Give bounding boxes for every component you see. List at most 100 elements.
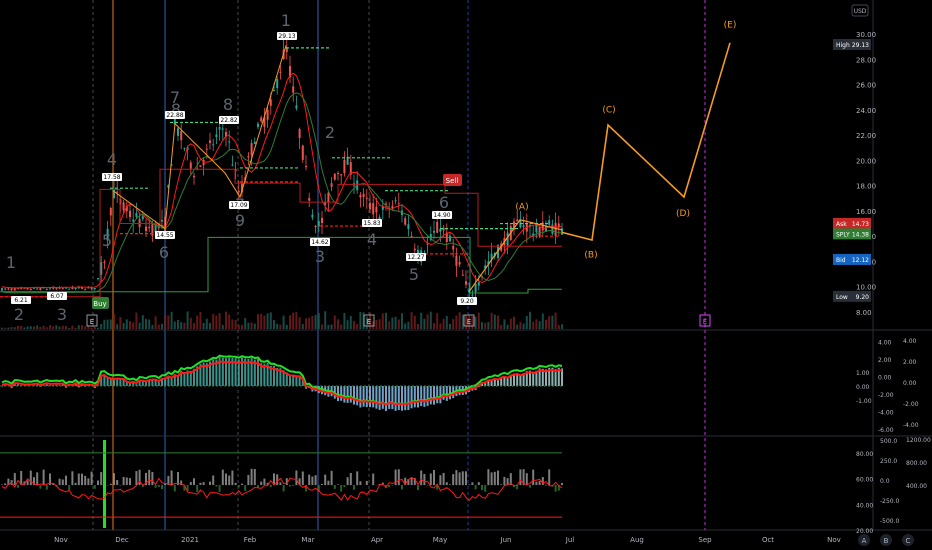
oscillator-bar: [330, 470, 333, 486]
oscillator-bar: [13, 473, 16, 486]
oscillator-bar: [84, 475, 87, 486]
macd-bar: [413, 386, 416, 408]
candle-body: [321, 217, 323, 223]
volume-bar: [458, 312, 461, 329]
volume-bar: [1, 327, 3, 329]
price-axis-tick: 22.00: [856, 132, 876, 140]
oscillator-bar: [218, 485, 221, 492]
oscillator-bar: [26, 480, 29, 486]
oscillator-bar: [148, 469, 151, 486]
oscillator-bar: [356, 471, 359, 486]
candle-body: [436, 221, 439, 233]
wave-count-label: 5: [409, 265, 419, 284]
volume-bar: [231, 319, 234, 329]
macd-axis-tick: -1.00: [856, 398, 872, 405]
volume-bar: [225, 311, 227, 329]
volume-bar: [26, 326, 29, 329]
macd-axis-tick: 0.00: [878, 375, 892, 382]
volume-bar: [497, 315, 499, 329]
trading-chart[interactable]: (A)(B)(C)(D)(E)123456789123456786.216.07…: [0, 0, 932, 550]
corner-button-b[interactable]: B: [880, 534, 892, 546]
corner-button-c[interactable]: C: [902, 534, 914, 546]
macd-axis-tick: 1.00: [856, 370, 870, 377]
volume-bar: [340, 324, 343, 329]
macd-axis-tick: -2.00: [903, 401, 919, 408]
volume-bar: [311, 316, 314, 329]
candle-body: [340, 174, 343, 176]
corner-button-a[interactable]: A: [858, 534, 870, 546]
volume-bar: [157, 324, 160, 329]
volume-bar: [183, 322, 186, 329]
price-tag-text: 14.90: [433, 212, 450, 219]
candle-body: [257, 123, 259, 127]
oscillator-bar: [202, 482, 205, 486]
volume-bar: [84, 326, 87, 329]
candle-body: [253, 141, 256, 144]
candle-body: [209, 140, 211, 143]
volume-bar: [186, 311, 189, 329]
macd-bar: [378, 386, 381, 410]
candle-body: [295, 105, 298, 109]
sell-signal[interactable]: Sell: [443, 174, 462, 186]
volume-bar: [209, 322, 211, 329]
volume-bar: [135, 312, 138, 329]
volume-bar: [330, 324, 333, 329]
volume-bar: [551, 315, 554, 329]
oscillator-bar: [237, 485, 240, 488]
price-tag: 29.13: [277, 32, 297, 40]
oscillator-bar: [119, 485, 122, 486]
oscillator-bar: [189, 481, 192, 486]
volume-bar: [13, 327, 16, 329]
oscillator-bar: [253, 468, 256, 486]
volume-bar: [535, 319, 538, 329]
oscillator-bar: [420, 470, 423, 486]
volume-bar: [388, 321, 391, 329]
volume-bar: [308, 317, 311, 329]
currency-button[interactable]: USD: [851, 4, 869, 17]
price-tag-text: 22.88: [166, 112, 183, 119]
volume-bar: [349, 316, 352, 329]
candle-body: [221, 128, 224, 130]
oscillator-bar: [529, 485, 531, 488]
volume-bar: [90, 327, 93, 329]
currency-label: USD: [854, 8, 867, 15]
price-axis-tick: 18.00: [856, 183, 876, 191]
volume-bar: [477, 312, 480, 329]
buy-signal[interactable]: Buy: [92, 297, 109, 309]
volume-bar: [237, 324, 240, 329]
volume-bar: [263, 315, 266, 329]
earnings-marker[interactable]: E: [86, 314, 98, 327]
time-axis-label: Aug: [630, 536, 644, 544]
oscillator-bar: [109, 483, 112, 486]
volume-bar: [557, 324, 560, 329]
oscillator-bar: [228, 475, 231, 486]
candle-body: [138, 218, 141, 228]
price-tag: 14.62: [310, 238, 330, 246]
price-tag: 12.27: [406, 253, 426, 261]
wave-count-label: 2: [14, 305, 24, 324]
macd-axis-tick: -2.00: [878, 392, 894, 399]
oscillator-bar: [439, 475, 442, 486]
candle-body: [362, 193, 365, 197]
candle-body: [49, 288, 51, 290]
time-axis-label: Oct: [762, 536, 774, 544]
time-axis-label: Nov: [54, 536, 68, 544]
oscillator-bar: [164, 483, 167, 486]
price-badge-value: 14.73: [852, 221, 869, 228]
oscillator-bar: [525, 473, 528, 486]
macd-bar: [410, 386, 413, 409]
oscillator-bar: [71, 471, 74, 486]
earnings-marker[interactable]: E: [699, 314, 711, 327]
candle-body: [554, 222, 557, 236]
price-axis-tick: 16.00: [856, 208, 876, 216]
price-tag-text: 29.13: [278, 33, 295, 40]
macd-bar: [381, 386, 384, 409]
candle-body: [375, 206, 378, 213]
candle-body: [81, 287, 83, 289]
volume-bar: [436, 313, 439, 329]
oscillator-bar: [372, 473, 375, 486]
time-axis-label: Apr: [371, 536, 383, 544]
candle-body: [337, 172, 339, 174]
candle-body: [327, 192, 330, 203]
oscillator-bar: [282, 485, 285, 492]
